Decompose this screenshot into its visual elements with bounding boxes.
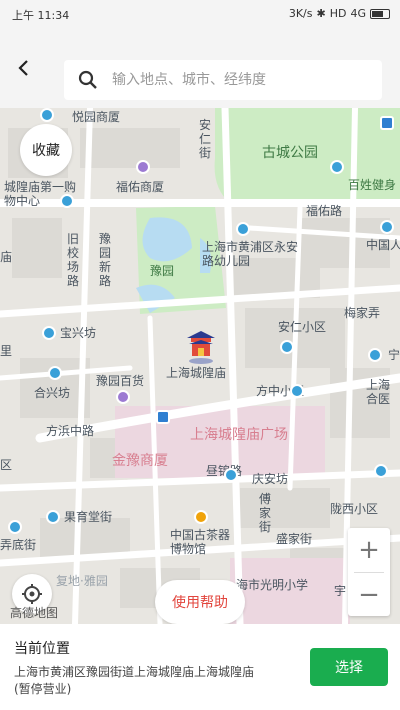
poi-marker[interactable] <box>374 464 388 478</box>
map-label: 福佑商厦 <box>116 180 165 194</box>
map-label: 区 <box>0 458 13 472</box>
map-label: 上海城隍庙 <box>166 366 227 380</box>
map-label: 复地·雅园 <box>56 574 108 588</box>
map-label: 合兴坊 <box>34 386 71 400</box>
poi-marker[interactable] <box>8 520 22 534</box>
metro-icon[interactable] <box>156 410 170 424</box>
map-label: 上海市黄浦区永安路幼儿园 <box>202 240 299 268</box>
network-speed: 3K/s <box>288 7 313 20</box>
map-label: 里 <box>0 344 13 358</box>
favorite-button[interactable]: 收藏 <box>20 124 72 176</box>
poi-marker[interactable] <box>42 326 56 340</box>
map-logo: 高德地图 <box>10 606 59 620</box>
poi-marker[interactable] <box>330 160 344 174</box>
status-bar: 上午 11:34 3K/s ✱ HD 4G <box>0 0 400 28</box>
location-panel: 当前位置 上海市黄浦区豫园街道上海城隍庙上海城隍庙(暂停营业) 选择 <box>0 624 400 710</box>
poi-marker[interactable] <box>136 160 150 174</box>
map-label: 海市光明小学 <box>236 578 309 592</box>
map-label: 中国人 <box>366 238 400 252</box>
crosshair-icon <box>22 584 42 604</box>
map-label: 弄底街 <box>0 538 37 552</box>
poi-marker[interactable] <box>48 366 62 380</box>
map-label: 傅家街 <box>258 492 271 534</box>
map-label: 梅家弄 <box>344 306 381 320</box>
map-label: 庙 <box>0 250 13 264</box>
poi-marker[interactable] <box>236 222 250 236</box>
map-label: 宇 <box>334 584 347 598</box>
map-label: 上海合医 <box>366 378 391 406</box>
map-label: 豫园 <box>150 264 175 278</box>
location-pin-icon <box>187 331 215 364</box>
map-label: 庆安坊 <box>252 472 289 486</box>
map-label: 上海城隍庙广场 <box>190 427 288 443</box>
battery-icon <box>370 8 390 19</box>
poi-marker[interactable] <box>380 220 394 234</box>
location-address: 上海市黄浦区豫园街道上海城隍庙上海城隍庙(暂停营业) <box>14 665 255 696</box>
status-icons: 3K/s ✱ HD 4G <box>289 7 390 20</box>
map-label: 悦园商厦 <box>72 110 121 124</box>
map-label: 方浜中路 <box>46 424 95 438</box>
signal-label: 4G <box>350 7 366 20</box>
bluetooth-icon: ✱ <box>316 7 326 20</box>
map-label: 宝兴坊 <box>60 326 97 340</box>
map-label: 盛家街 <box>276 532 313 546</box>
map-label: 金豫商厦 <box>112 453 168 469</box>
poi-marker[interactable] <box>224 468 238 482</box>
poi-marker[interactable] <box>290 384 304 398</box>
top-bar <box>0 28 400 108</box>
select-button[interactable]: 选择 <box>310 648 388 686</box>
back-button[interactable] <box>10 54 38 82</box>
map-label: 福佑路 <box>306 204 343 218</box>
metro-icon[interactable] <box>380 116 394 130</box>
status-time: 上午 11:34 <box>12 9 70 22</box>
search-box[interactable] <box>64 60 382 100</box>
map-label: 豫园新路 <box>98 232 111 288</box>
poi-marker[interactable] <box>46 510 60 524</box>
map-label: 豫园百货 <box>96 374 145 388</box>
chevron-left-icon <box>18 60 28 76</box>
map-label: 宁 <box>388 348 400 362</box>
map-label: 百姓健身 <box>348 178 397 192</box>
map-label: 安仁小区 <box>278 320 327 334</box>
poi-marker[interactable] <box>116 390 130 404</box>
map-label: 果育堂街 <box>64 510 113 524</box>
zoom-out-button[interactable]: − <box>348 573 390 617</box>
hd-label: HD <box>329 7 347 20</box>
map-view[interactable]: 悦园商厦 安仁街 古城公园 福佑商厦 百姓健身 城隍庙第一购物中心 福佑路 中国… <box>0 108 400 624</box>
poi-marker[interactable] <box>40 108 54 122</box>
poi-marker[interactable] <box>280 340 294 354</box>
map-label: 陇西小区 <box>330 502 379 516</box>
location-title: 当前位置 <box>14 641 70 657</box>
poi-marker[interactable] <box>60 194 74 208</box>
map-label: 中国古茶器博物馆 <box>170 528 231 556</box>
zoom-in-button[interactable]: + <box>348 528 390 572</box>
map-label: 安仁街 <box>198 118 211 160</box>
help-button[interactable]: 使用帮助 <box>155 580 245 624</box>
zoom-control: + − <box>348 528 390 616</box>
map-label: 旧校场路 <box>66 232 79 288</box>
search-input[interactable] <box>112 72 362 88</box>
poi-marker[interactable] <box>368 348 382 362</box>
search-icon <box>78 70 97 89</box>
map-label: 古城公园 <box>262 145 318 161</box>
poi-marker[interactable] <box>194 510 208 524</box>
